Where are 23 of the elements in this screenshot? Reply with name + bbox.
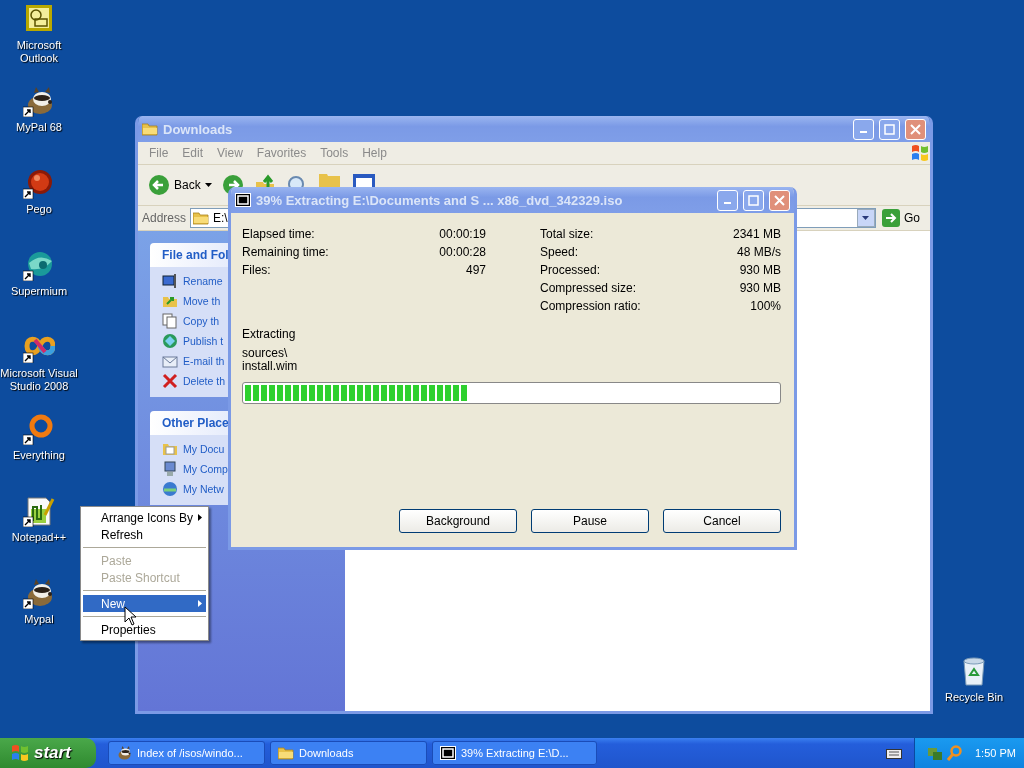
stat-label: Compressed size: <box>540 281 637 295</box>
clock: 1:50 PM <box>975 747 1016 759</box>
stat-label: Speed: <box>540 245 579 259</box>
file-path: sources\ <box>242 347 289 360</box>
stat-value: 930 MB <box>739 263 781 277</box>
stat-value: 00:00:28 <box>439 245 486 259</box>
stat-label: Compression ratio: <box>540 299 641 313</box>
stat-value: 100% <box>750 299 781 313</box>
address-label: Address <box>142 211 187 225</box>
stat-value: 930 MB <box>739 281 781 295</box>
stat-label: Files: <box>242 263 271 277</box>
stat-value: 48 MB/s <box>737 245 781 259</box>
stat-value: 497 <box>465 263 486 277</box>
stat-label: Remaining time: <box>242 245 329 259</box>
stat-label: Total size: <box>540 227 594 241</box>
status-text: Extracting <box>242 327 297 341</box>
file-path: install.wim <box>242 360 299 373</box>
window-title: Downloads <box>163 121 234 137</box>
stat-label: Elapsed time: <box>242 227 315 241</box>
stat-label: Processed: <box>540 263 601 277</box>
window-title: 39% Extracting E:\Documents and S ... x86_dvd_342329.iso <box>256 192 624 208</box>
stat-value: 00:00:19 <box>439 227 486 241</box>
stat-value: 2341 MB <box>732 227 781 241</box>
